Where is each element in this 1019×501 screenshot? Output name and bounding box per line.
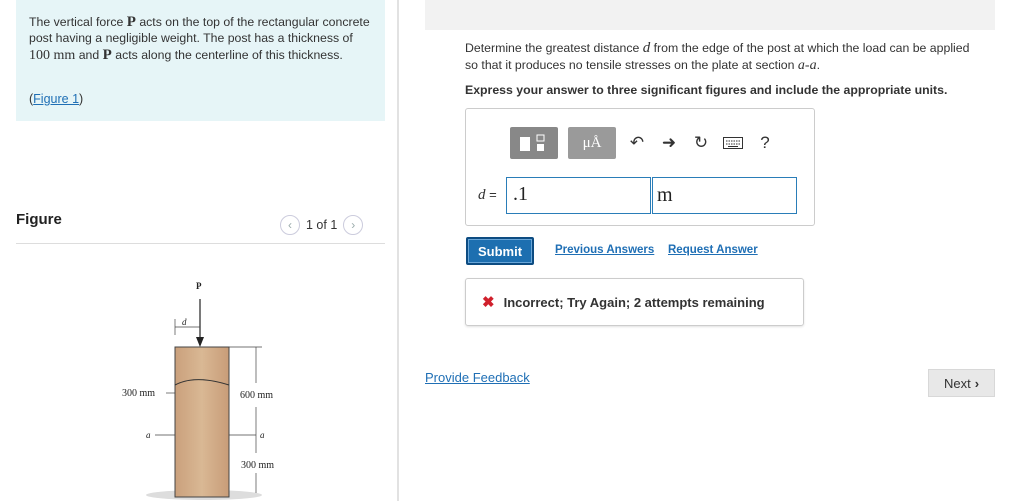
feedback-message: Incorrect; Try Again; 2 attempts remaini… bbox=[503, 294, 765, 310]
figure-pager: ‹ 1 of 1 › bbox=[280, 212, 364, 238]
figure-link-line: (Figure 1) bbox=[29, 92, 84, 106]
section-label-right: a bbox=[260, 430, 265, 440]
chevron-left-icon[interactable]: ‹ bbox=[280, 215, 300, 235]
top-height-label: 600 mm bbox=[240, 390, 273, 401]
problem-text: The vertical force P acts on the top of … bbox=[29, 14, 370, 63]
next-label: Next bbox=[943, 375, 971, 391]
request-answer-link[interactable]: Request Answer bbox=[668, 244, 758, 256]
previous-answers-link[interactable]: Previous Answers bbox=[555, 244, 654, 256]
figure-heading: Figure bbox=[16, 211, 62, 228]
chevron-right-icon[interactable]: › bbox=[343, 215, 364, 235]
chevron-right-icon: › bbox=[974, 375, 980, 391]
templates-icon[interactable] bbox=[510, 127, 558, 159]
unit-input[interactable]: m bbox=[652, 177, 797, 214]
submit-button[interactable]: Submit bbox=[466, 237, 534, 265]
pager-text: 1 of 1 bbox=[306, 218, 338, 232]
figure-link[interactable]: Figure 1 bbox=[33, 92, 79, 106]
value-input[interactable]: .1 bbox=[506, 177, 651, 214]
units-icon[interactable]: μÅ bbox=[568, 127, 616, 159]
distance-label: d bbox=[182, 317, 187, 327]
width-label: 300 mm bbox=[122, 388, 155, 399]
instruction-text: Express your answer to three significant… bbox=[465, 83, 948, 97]
arrow-head-icon bbox=[196, 337, 204, 347]
next-button[interactable]: Next › bbox=[928, 369, 995, 397]
feedback-message-box: ✖ Incorrect; Try Again; 2 attempts remai… bbox=[465, 278, 804, 326]
part-header bbox=[425, 0, 995, 30]
provide-feedback-link[interactable]: Provide Feedback bbox=[425, 370, 530, 385]
keyboard-icon[interactable] bbox=[722, 132, 744, 154]
post-figure: P d 300 mm 600 mm a a 300 mm bbox=[122, 281, 274, 500]
redo-icon[interactable]: ➜ bbox=[658, 132, 680, 154]
help-icon[interactable]: ? bbox=[754, 132, 776, 154]
divider bbox=[16, 243, 385, 244]
bottom-height-label: 300 mm bbox=[241, 460, 274, 471]
reset-icon[interactable]: ↻ bbox=[690, 132, 712, 154]
answer-variable-label: d = bbox=[478, 187, 497, 203]
undo-icon[interactable]: ↶ bbox=[626, 132, 648, 154]
question-text: Determine the greatest distance d from t… bbox=[465, 40, 970, 73]
section-label-left: a bbox=[146, 430, 151, 440]
force-label: P bbox=[196, 281, 202, 291]
x-icon: ✖ bbox=[482, 294, 495, 311]
panel-divider bbox=[397, 0, 399, 501]
answer-toolbar: μÅ ↶ ➜ ↻ ? bbox=[510, 126, 776, 160]
concrete-post bbox=[174, 346, 230, 498]
